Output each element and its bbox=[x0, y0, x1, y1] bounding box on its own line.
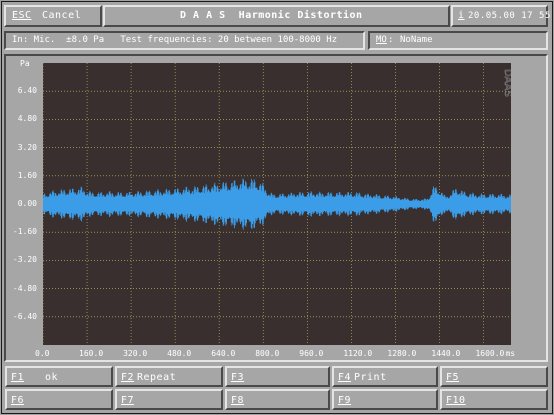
info-key: i bbox=[458, 10, 465, 21]
x-tick-label: 0.0 bbox=[35, 349, 50, 358]
fkey-f5-button[interactable]: F5 bbox=[440, 366, 548, 387]
x-tick-label: 1440.0 bbox=[431, 349, 461, 358]
datetime-label: 20.05.00 17 55 bbox=[468, 11, 551, 21]
y-tick-label: 1.60 bbox=[17, 170, 37, 180]
x-tick-label: 640.0 bbox=[211, 349, 236, 358]
fkey-f10-button[interactable]: F10 bbox=[440, 389, 548, 410]
x-tick-label: 1600.0 bbox=[475, 349, 505, 358]
fkey-f3-button[interactable]: F3 bbox=[225, 366, 330, 387]
x-unit-label: ms bbox=[505, 349, 516, 358]
cancel-label: Cancel bbox=[42, 10, 82, 21]
y-tick-label: 0.00 bbox=[17, 199, 37, 208]
y-tick-label: 6.40 bbox=[17, 86, 37, 96]
fkey-key-label: F7 bbox=[121, 395, 135, 406]
x-tick-label: 1120.0 bbox=[343, 349, 373, 358]
y-tick-label: -4.80 bbox=[12, 283, 37, 293]
fkey-f6-button[interactable]: F6 bbox=[5, 389, 113, 410]
x-tick-label: 960.0 bbox=[299, 349, 324, 358]
y-tick-label: -1.60 bbox=[12, 227, 37, 237]
fkey-f4-button[interactable]: F4 Print bbox=[332, 366, 438, 387]
x-tick-label: 160.0 bbox=[79, 349, 104, 358]
fkey-f8-button[interactable]: F8 bbox=[225, 389, 330, 410]
fkey-f2-button[interactable]: F2 Repeat bbox=[115, 366, 223, 387]
x-tick-label: 480.0 bbox=[167, 349, 192, 358]
y-tick-label: 4.80 bbox=[17, 114, 37, 124]
fkey-key-label: F2 bbox=[121, 372, 135, 383]
daas-watermark: DAAS bbox=[502, 69, 511, 97]
fkey-key-label: F10 bbox=[446, 395, 466, 406]
fkey-key-label: F3 bbox=[231, 372, 245, 383]
y-unit-label: Pa bbox=[20, 59, 30, 68]
mo-field[interactable]: MO : NoName bbox=[368, 31, 548, 50]
fkey-f9-button[interactable]: F9 bbox=[332, 389, 438, 410]
title-bar: D A A S Harmonic Distortion bbox=[103, 5, 450, 27]
y-tick-label: 3.20 bbox=[17, 142, 37, 152]
x-tick-label: 800.0 bbox=[255, 349, 280, 358]
fkey-text-label: Print bbox=[354, 372, 387, 383]
fkey-text-label: ok bbox=[45, 372, 59, 383]
fkey-key-label: F8 bbox=[231, 395, 245, 406]
fkey-key-label: F9 bbox=[338, 395, 352, 406]
settings-text: In: Mic. ±8.0 Pa Test frequencies: 20 be… bbox=[12, 35, 338, 45]
fkey-key-label: F4 bbox=[338, 372, 352, 383]
cancel-button[interactable]: ESC Cancel bbox=[4, 5, 102, 27]
fkey-text-label: Repeat bbox=[137, 372, 177, 383]
datetime-box[interactable]: i 20.05.00 17 55 bbox=[451, 5, 551, 27]
x-tick-label: 1280.0 bbox=[387, 349, 417, 358]
window-title: D A A S Harmonic Distortion bbox=[180, 10, 363, 21]
fkey-key-label: F6 bbox=[11, 395, 25, 406]
mo-value: NoName bbox=[400, 35, 433, 45]
fkey-f1-button[interactable]: F1 ok bbox=[5, 366, 113, 387]
y-tick-label: -3.20 bbox=[12, 255, 37, 265]
y-tick-label: -6.40 bbox=[12, 311, 37, 321]
x-tick-label: 320.0 bbox=[123, 349, 148, 358]
fkey-key-label: F1 bbox=[11, 372, 25, 383]
waveform-plot: DAAS bbox=[43, 63, 511, 345]
mo-colon: : bbox=[388, 35, 394, 45]
fkey-f7-button[interactable]: F7 bbox=[115, 389, 223, 410]
fkey-key-label: F5 bbox=[446, 372, 460, 383]
mo-key: MO bbox=[376, 35, 387, 45]
esc-key-label: ESC bbox=[12, 10, 32, 21]
settings-field: In: Mic. ±8.0 Pa Test frequencies: 20 be… bbox=[4, 31, 365, 50]
